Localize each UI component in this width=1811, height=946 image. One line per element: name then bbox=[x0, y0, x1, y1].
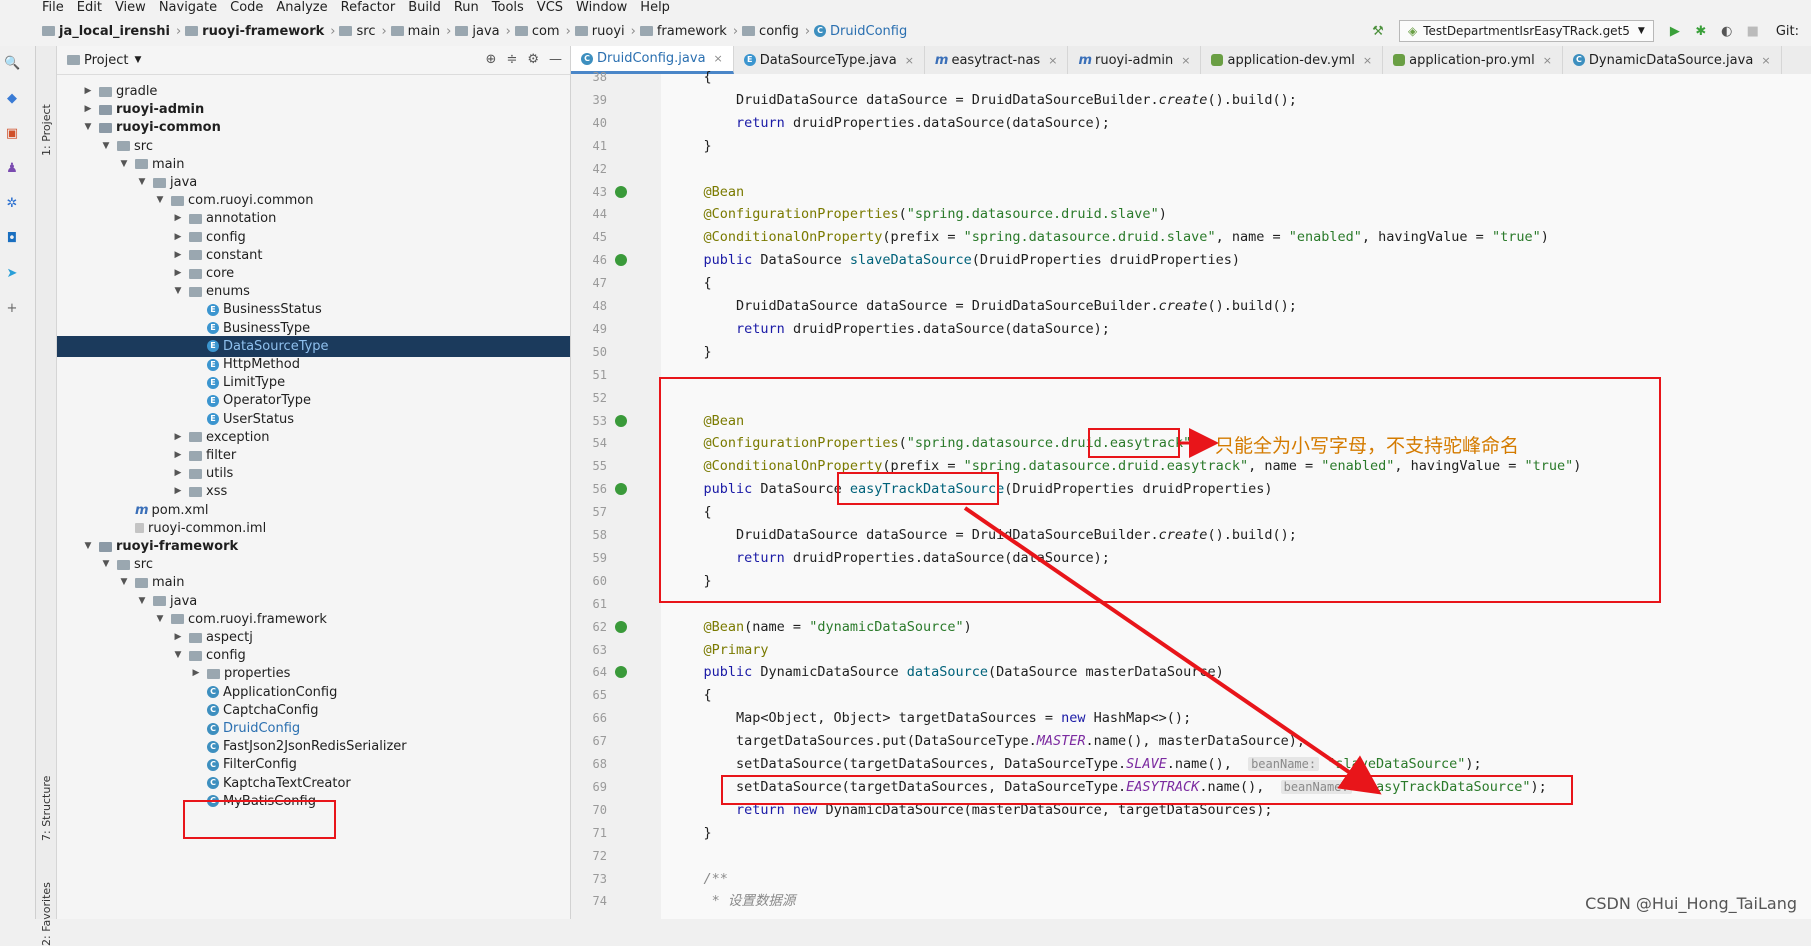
arrow-to-setdatasource bbox=[963, 506, 1382, 795]
watermark: CSDN @Hui_Hong_TaiLang bbox=[1585, 894, 1797, 913]
annotation-arrows bbox=[963, 428, 1382, 795]
annotation-note: 只能全为小写字母，不支持驼峰命名 bbox=[1215, 435, 1520, 457]
